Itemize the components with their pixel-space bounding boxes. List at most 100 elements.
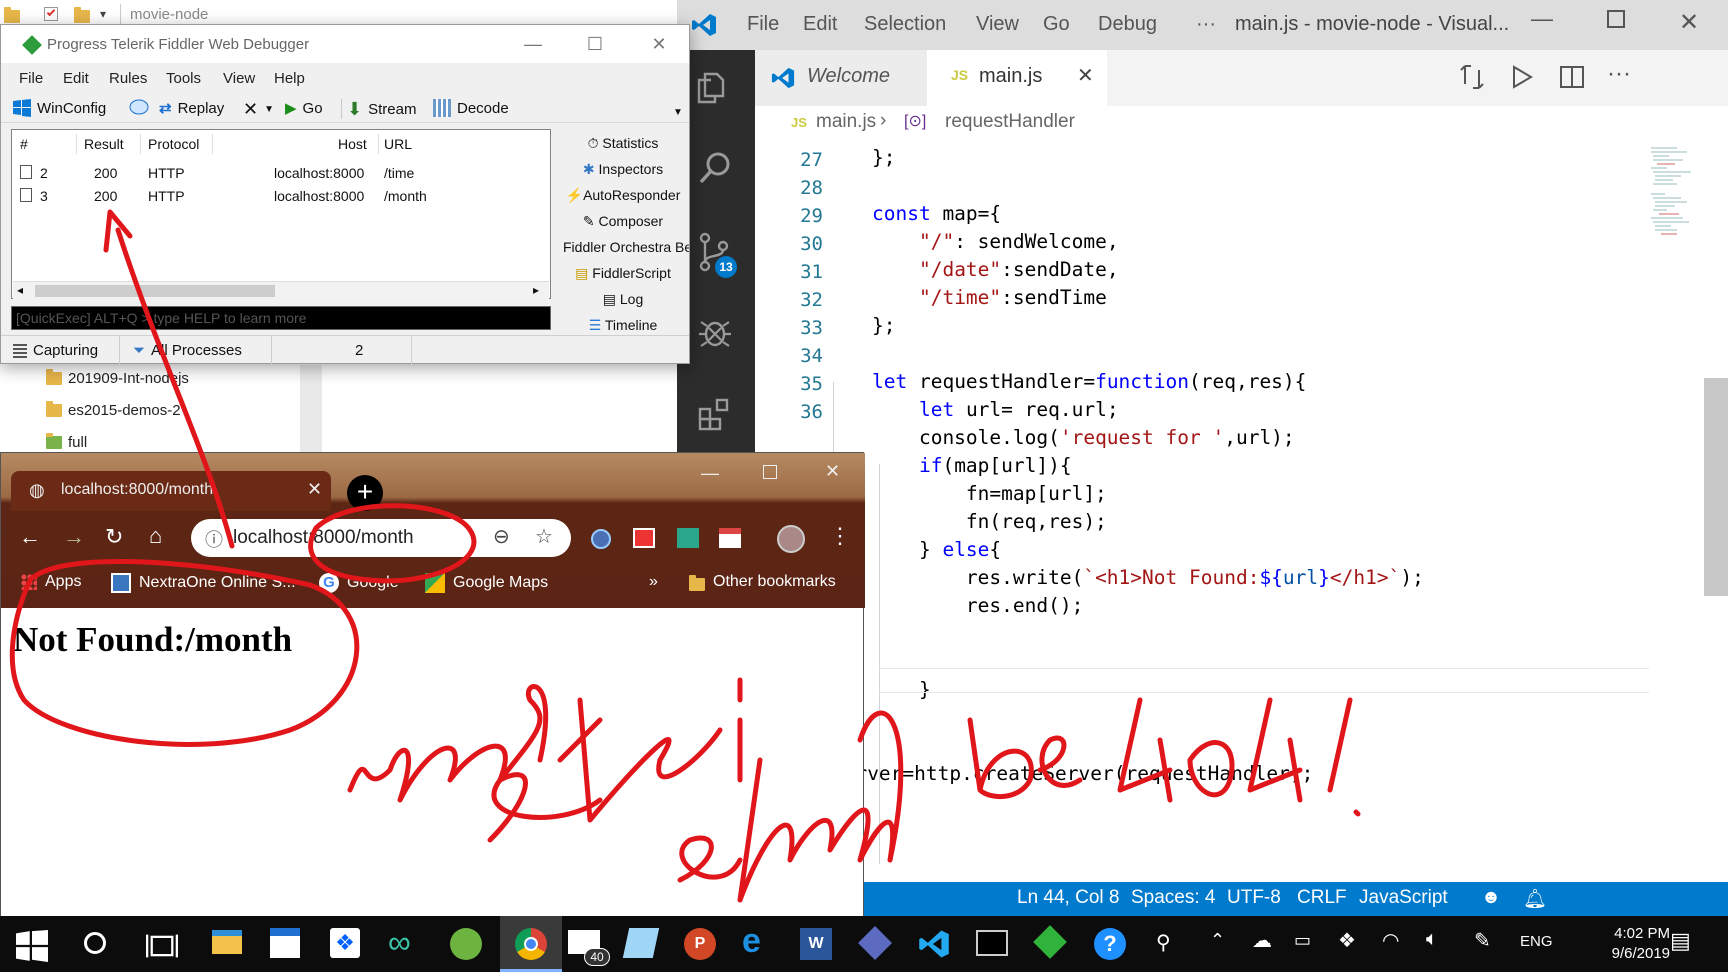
bookmarks-overflow[interactable]: » (649, 573, 658, 591)
explorer-files-icon[interactable] (697, 68, 733, 104)
menu-tools[interactable]: Tools (166, 70, 201, 87)
column-protocol[interactable]: Protocol (148, 136, 199, 152)
close-icon[interactable]: ✕ (1679, 8, 1699, 37)
maximize-icon[interactable]: ☐ (575, 31, 615, 57)
menu-edit[interactable]: Edit (63, 70, 89, 87)
tab-close-icon[interactable]: ✕ (1077, 63, 1094, 88)
code-line[interactable]: let url= req.url; (872, 398, 1119, 421)
quick-access-dropdown-icon[interactable]: ▾ (100, 7, 106, 21)
code-line[interactable]: }; (872, 314, 895, 337)
process-filter[interactable]: ⏷ All Processes (133, 342, 242, 359)
extension-icon[interactable] (677, 528, 699, 548)
tab-inspectors[interactable]: ✱ Inspectors (557, 161, 689, 178)
column-host[interactable]: Host (338, 136, 367, 152)
code-editor[interactable]: 27 28 29 30 31 32 33 34 35 36 }; const ma… (755, 142, 1728, 902)
browser-tab[interactable]: ◍ localhost:8000/month ✕ (11, 471, 331, 511)
editor-scrollbar-thumb[interactable] (1704, 378, 1728, 596)
chrome-menu-icon[interactable]: ⋮ (829, 523, 851, 549)
compare-changes-icon[interactable] (1457, 62, 1487, 92)
chrome-taskbar-button[interactable] (500, 916, 562, 972)
indentation[interactable]: Spaces: 4 (1131, 887, 1216, 909)
volume-icon[interactable]: 🔈︎ (1426, 928, 1438, 951)
word-icon[interactable]: W (800, 928, 832, 960)
menu-rules[interactable]: Rules (109, 70, 147, 87)
battery-icon[interactable]: ▭ (1294, 930, 1311, 951)
menu-selection[interactable]: Selection (864, 13, 946, 36)
bookmark-nextraone[interactable]: NextraOne Online S... (111, 573, 296, 593)
stream-button[interactable]: ⬇ Stream (347, 99, 416, 120)
menu-more[interactable]: ··· (1196, 13, 1216, 36)
search-icon[interactable] (697, 150, 733, 186)
menu-view[interactable]: View (976, 13, 1019, 36)
bookmark-apps[interactable]: Apps (21, 573, 81, 591)
code-line[interactable]: fn=map[url]; (872, 482, 1107, 505)
zoom-icon[interactable]: ⊖ (493, 524, 510, 549)
sessions-hscrollbar[interactable]: ◂ ▸ (13, 281, 549, 299)
pen-icon[interactable]: ✎ (1474, 928, 1491, 953)
profile-avatar[interactable] (777, 525, 805, 553)
tab-autoresponder[interactable]: ⚡AutoResponder (557, 187, 689, 204)
run-icon[interactable] (1509, 64, 1535, 90)
help-icon[interactable]: ? (1094, 928, 1126, 960)
bookmark-google[interactable]: G Google (319, 573, 399, 593)
menu-edit[interactable]: Edit (803, 13, 837, 36)
split-editor-icon[interactable] (1559, 64, 1585, 90)
code-line[interactable]: "/time":sendTime (872, 286, 1107, 309)
code-line[interactable]: let requestHandler=function(req,res){ (872, 370, 1306, 393)
edge-icon[interactable]: e (742, 924, 774, 958)
extension-icon[interactable] (591, 529, 611, 549)
tray-chevron-icon[interactable]: ⌃ (1210, 930, 1225, 951)
terminal-icon[interactable] (976, 930, 1008, 956)
menu-file[interactable]: File (19, 70, 43, 87)
maximize-icon[interactable] (1607, 10, 1625, 28)
menu-help[interactable]: Help (274, 70, 305, 87)
table-row[interactable]: 3 200 HTTP localhost:8000 /month (12, 185, 550, 207)
go-button[interactable]: ▶ Go (285, 99, 323, 118)
people-icon[interactable]: ⚲ (1156, 930, 1171, 955)
reload-icon[interactable]: ↻ (105, 524, 123, 550)
scroll-right-icon[interactable]: ▸ (533, 283, 539, 297)
clock[interactable]: 4:02 PM 9/6/2019 (1612, 924, 1670, 964)
explorer-scrollbar[interactable] (300, 365, 322, 465)
home-icon[interactable]: ⌂ (149, 523, 162, 549)
line-endings[interactable]: CRLF (1297, 887, 1347, 909)
extensions-icon[interactable] (697, 396, 733, 432)
gmail-icon[interactable] (719, 528, 741, 548)
bookmark-google-maps[interactable]: Google Maps (425, 573, 548, 593)
app-icon[interactable] (858, 926, 892, 960)
notifications-bell-icon[interactable]: 🔔︎ (1523, 887, 1547, 911)
cursor-position[interactable]: Ln 44, Col 8 (1017, 887, 1119, 909)
minimize-icon[interactable]: — (513, 31, 553, 57)
maximize-icon[interactable] (763, 465, 777, 479)
decode-button[interactable]: Decode (433, 99, 509, 117)
url-text[interactable]: localhost:8000/month (233, 527, 414, 549)
new-tab-plus-icon[interactable]: + (347, 475, 383, 511)
winconfig-button[interactable]: WinConfig (13, 99, 106, 117)
search-circle-icon[interactable] (84, 932, 106, 954)
debug-icon[interactable] (697, 314, 733, 350)
column-url[interactable]: URL (384, 136, 412, 152)
scrollbar-thumb[interactable] (35, 285, 275, 297)
code-line[interactable]: let server=http.createServer(requestHand… (785, 762, 1313, 785)
dropbox-icon[interactable]: ❖ (330, 928, 360, 958)
new-folder-icon[interactable] (74, 7, 90, 23)
code-line[interactable]: } else{ (872, 538, 1001, 561)
task-view-icon[interactable] (146, 930, 178, 962)
start-windows-icon[interactable] (16, 930, 48, 962)
scroll-left-icon[interactable]: ◂ (17, 283, 23, 297)
file-explorer-icon[interactable] (212, 930, 242, 954)
tab-composer[interactable]: ✎ Composer (557, 213, 689, 230)
minimize-icon[interactable]: — (701, 463, 719, 484)
breadcrumb-symbol[interactable]: requestHandler (945, 111, 1075, 133)
minimap[interactable] (1647, 142, 1701, 282)
store-icon[interactable] (270, 928, 300, 958)
code-line[interactable]: res.end(); (872, 594, 1083, 617)
tab-fiddlerscript[interactable]: ▤ FiddlerScript (557, 265, 689, 282)
powerpoint-icon[interactable]: P (684, 928, 716, 960)
language-mode[interactable]: JavaScript (1359, 887, 1448, 909)
onedrive-cloud-icon[interactable]: ☁ (1252, 928, 1272, 953)
toolbar-overflow-icon[interactable]: ▼ (673, 107, 683, 118)
code-line[interactable]: console.log('request for ',url); (872, 426, 1295, 449)
code-line[interactable]: "/": sendWelcome, (872, 230, 1119, 253)
code-line[interactable]: "/date":sendDate, (872, 258, 1119, 281)
